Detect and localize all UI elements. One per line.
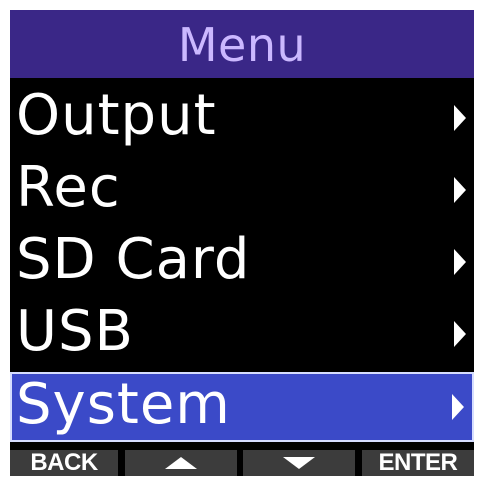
device-screen: Menu Output Rec SD Card USB System BACK [10, 10, 474, 476]
chevron-right-icon [454, 177, 466, 203]
chevron-right-icon [454, 321, 466, 347]
page-title: Menu [177, 18, 307, 72]
softkey-bar: BACK ENTER [10, 449, 474, 476]
menu-list: Output Rec SD Card USB System [10, 82, 474, 442]
menu-item-label: USB [16, 299, 134, 364]
enter-button[interactable]: ENTER [361, 449, 474, 476]
menu-item-label: SD Card [16, 227, 251, 292]
chevron-right-icon [452, 394, 464, 420]
menu-item-rec[interactable]: Rec [10, 154, 474, 226]
title-bar: Menu [10, 10, 474, 78]
menu-item-output[interactable]: Output [10, 82, 474, 154]
back-button[interactable]: BACK [10, 449, 118, 476]
menu-item-label: Output [16, 83, 217, 148]
menu-item-label: Rec [16, 155, 121, 220]
up-arrow-icon [164, 457, 197, 469]
down-button[interactable] [243, 450, 356, 476]
menu-item-system[interactable]: System [10, 372, 474, 442]
chevron-right-icon [454, 105, 466, 131]
menu-item-sd-card[interactable]: SD Card [10, 226, 474, 298]
menu-item-label: System [16, 372, 231, 437]
up-button[interactable] [124, 450, 237, 476]
down-arrow-icon [283, 457, 316, 469]
menu-item-usb[interactable]: USB [10, 298, 474, 370]
chevron-right-icon [454, 249, 466, 275]
